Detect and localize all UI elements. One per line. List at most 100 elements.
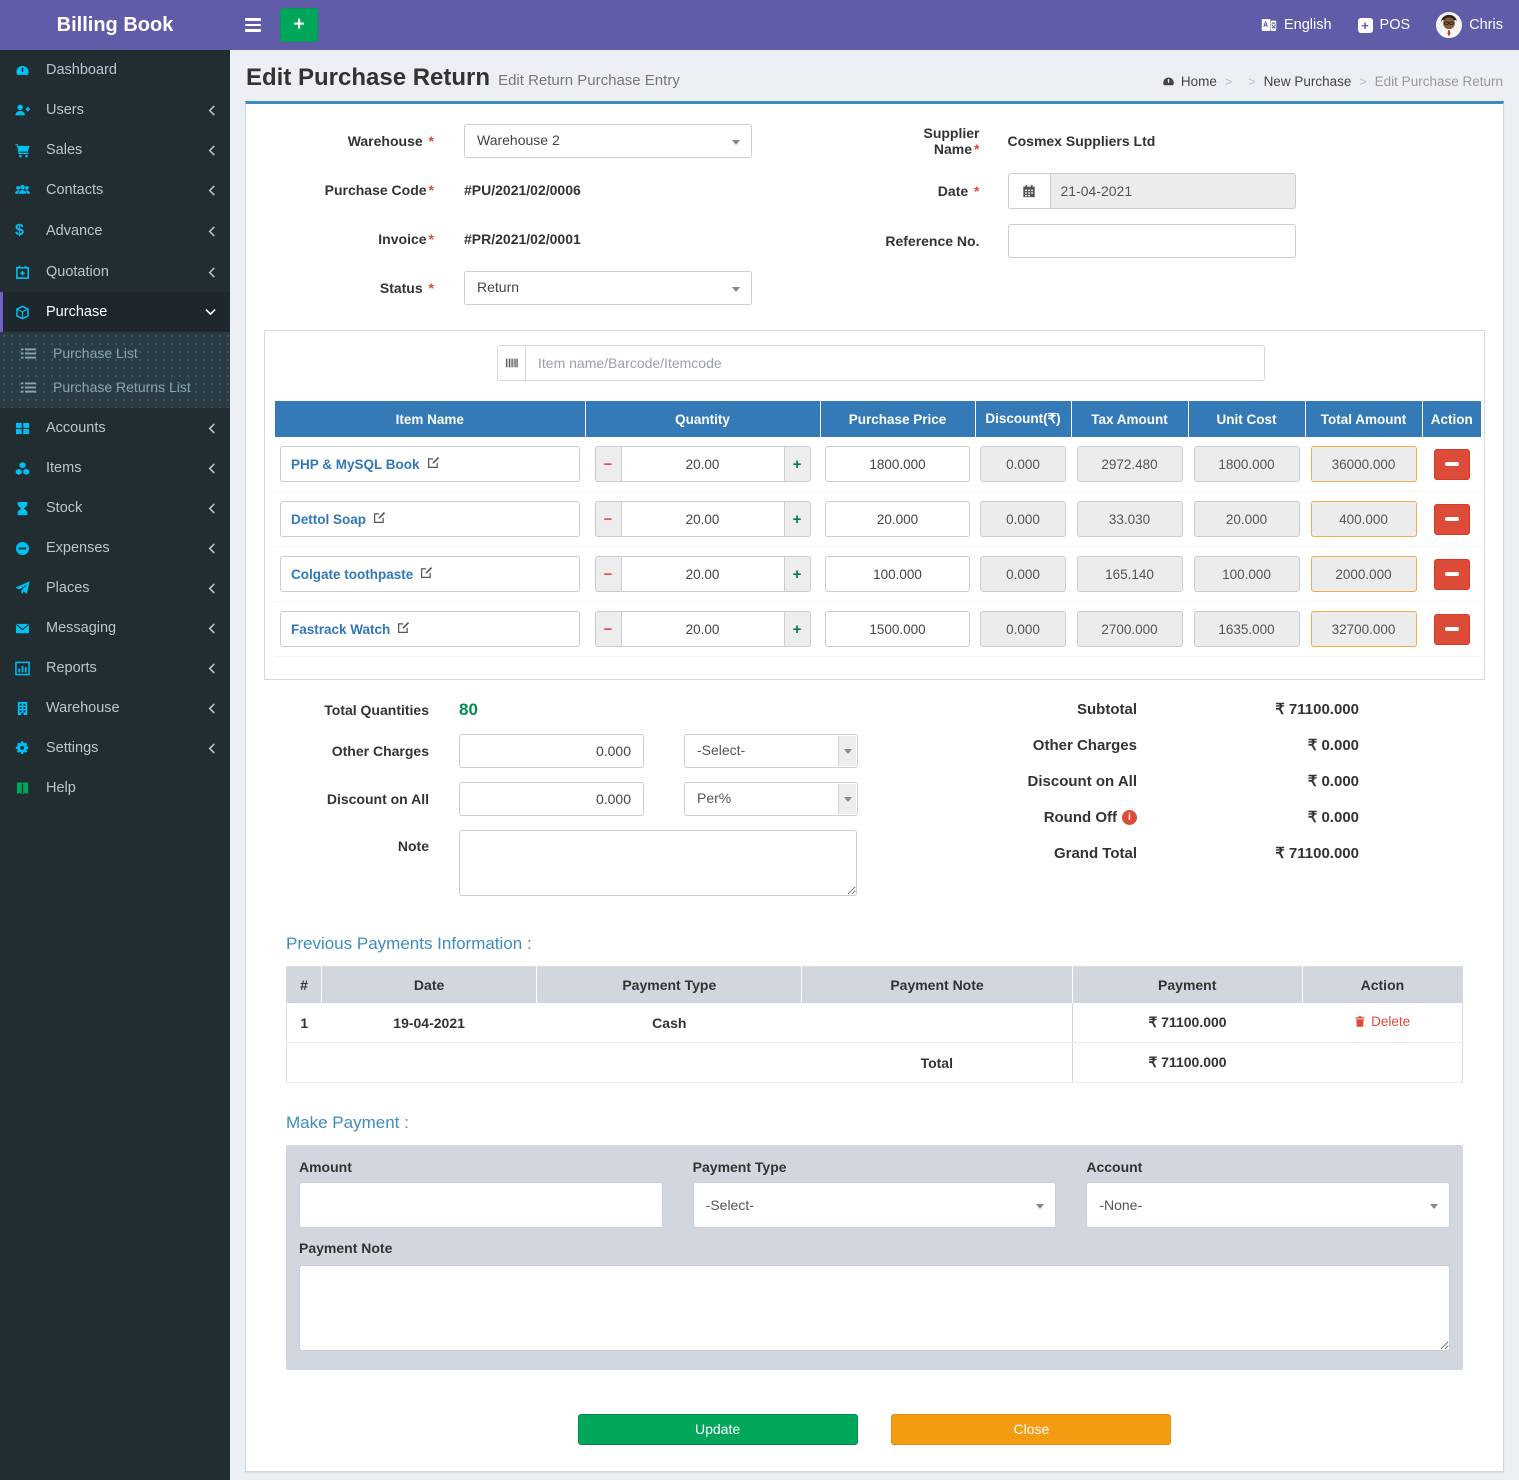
quantity-increase-button[interactable]: +	[785, 501, 811, 537]
amount-input[interactable]	[299, 1182, 663, 1228]
book-icon	[15, 781, 39, 796]
sidebar-item-help[interactable]: Help	[0, 768, 230, 808]
note-textarea[interactable]	[459, 830, 857, 896]
item-name-link[interactable]: Colgate toothpaste	[291, 567, 413, 582]
quantity-increase-button[interactable]: +	[785, 611, 811, 647]
payment-note-label: Payment Note	[299, 1240, 1450, 1256]
sidebar-item-accounts[interactable]: Accounts	[0, 408, 230, 448]
breadcrumb-home[interactable]: Home	[1181, 74, 1217, 89]
remove-item-button[interactable]	[1434, 559, 1470, 590]
other-charges-input[interactable]	[459, 734, 644, 768]
payments-table-header: # Date Payment Type Payment Note Payment…	[287, 967, 1463, 1004]
edit-icon[interactable]	[427, 456, 440, 472]
sidebar-item-dashboard[interactable]: Dashboard	[0, 50, 230, 90]
item-search-input[interactable]	[525, 345, 1265, 381]
quantity-decrease-button[interactable]: −	[595, 501, 621, 537]
purchase-price-input[interactable]	[825, 611, 970, 647]
sidebar-item-settings[interactable]: Settings	[0, 728, 230, 768]
status-select[interactable]: Return	[464, 271, 752, 305]
sidebar-item-messaging[interactable]: Messaging	[0, 608, 230, 648]
sidebar-item-contacts[interactable]: Contacts	[0, 170, 230, 210]
pos-button[interactable]: + POS	[1358, 17, 1411, 33]
account-select[interactable]: -None-	[1086, 1182, 1450, 1228]
status-selected-value: Return	[477, 279, 519, 295]
cubes-icon	[15, 461, 39, 476]
quantity-input[interactable]	[621, 501, 785, 537]
sidebar-item-expenses[interactable]: Expenses	[0, 528, 230, 568]
tax-amount-input	[1077, 611, 1183, 647]
other-charges-label: Other Charges	[286, 743, 459, 759]
quantity-decrease-button[interactable]: −	[595, 556, 621, 592]
table-row: Colgate toothpaste − +	[275, 547, 1481, 602]
discount-type-select[interactable]: Per%	[684, 782, 858, 816]
chevron-left-icon	[208, 267, 216, 278]
quick-add-button[interactable]: +	[280, 8, 318, 42]
chevron-down-icon	[838, 784, 856, 814]
other-charges-select[interactable]: -Select-	[684, 734, 858, 768]
item-name-link[interactable]: PHP & MySQL Book	[291, 457, 420, 472]
item-name-link[interactable]: Fastrack Watch	[291, 622, 390, 637]
sidebar-item-places[interactable]: Places	[0, 568, 230, 608]
chevron-down-icon	[732, 287, 740, 292]
remove-item-button[interactable]	[1434, 614, 1470, 645]
quantity-input[interactable]	[621, 556, 785, 592]
update-button[interactable]: Update	[578, 1414, 858, 1445]
close-button[interactable]: Close	[891, 1414, 1171, 1445]
warehouse-select[interactable]: Warehouse 2	[464, 124, 752, 158]
sidebar-item-purchase-list[interactable]: Purchase List	[0, 336, 230, 370]
purchase-price-input[interactable]	[825, 556, 970, 592]
sidebar-item-warehouse[interactable]: Warehouse	[0, 688, 230, 728]
edit-icon[interactable]	[397, 621, 410, 637]
previous-payments-title: Previous Payments Information :	[286, 934, 1463, 954]
chevron-left-icon	[208, 105, 216, 116]
make-payment-title: Make Payment :	[286, 1113, 1463, 1133]
supplier-label: Supplier Name*	[880, 125, 1008, 157]
sidebar-item-users[interactable]: Users	[0, 90, 230, 130]
date-input[interactable]	[1050, 173, 1296, 209]
sidebar-item-sales[interactable]: Sales	[0, 130, 230, 170]
quantity-increase-button[interactable]: +	[785, 446, 811, 482]
sidebar-toggle-button[interactable]	[230, 0, 276, 50]
sidebar-item-advance[interactable]: $ Advance	[0, 210, 230, 252]
quantity-increase-button[interactable]: +	[785, 556, 811, 592]
quantity-decrease-button[interactable]: −	[595, 446, 621, 482]
supplier-value: Cosmex Suppliers Ltd	[1008, 133, 1156, 149]
edit-icon[interactable]	[420, 566, 433, 582]
item-name-link[interactable]: Dettol Soap	[291, 512, 366, 527]
quantity-input[interactable]	[621, 446, 785, 482]
remove-item-button[interactable]	[1434, 449, 1470, 480]
chevron-down-icon	[1430, 1204, 1438, 1209]
sidebar-item-stock[interactable]: Stock	[0, 488, 230, 528]
sidebar-item-purchase-returns-list[interactable]: Purchase Returns List	[0, 370, 230, 404]
unit-cost-input	[1194, 556, 1300, 592]
edit-icon[interactable]	[373, 511, 386, 527]
payment-note-textarea[interactable]	[299, 1265, 1450, 1351]
user-menu[interactable]: Chris	[1436, 12, 1503, 38]
total-quantities-value: 80	[459, 700, 478, 720]
envelope-icon	[15, 621, 39, 636]
items-table-header: Item Name Quantity Purchase Price Discou…	[275, 401, 1481, 437]
sidebar-item-quotation[interactable]: Quotation	[0, 252, 230, 292]
discount-on-all-input[interactable]	[459, 782, 644, 816]
sidebar-item-purchase[interactable]: Purchase	[0, 292, 230, 332]
purchase-price-input[interactable]	[825, 446, 970, 482]
quantity-input[interactable]	[621, 611, 785, 647]
reference-input[interactable]	[1008, 224, 1296, 258]
remove-item-button[interactable]	[1434, 504, 1470, 535]
delete-payment-button[interactable]: Delete	[1354, 1014, 1410, 1029]
info-icon[interactable]: i	[1122, 810, 1137, 825]
app-logo[interactable]: Billing Book	[0, 0, 230, 50]
subtotal-value: ₹ 71100.000	[1137, 700, 1359, 718]
language-menu[interactable]: English	[1261, 17, 1332, 33]
sidebar-item-reports[interactable]: Reports	[0, 648, 230, 688]
sidebar-item-items[interactable]: Items	[0, 448, 230, 488]
purchase-price-input[interactable]	[825, 501, 970, 537]
contacts-icon	[15, 183, 39, 198]
quantity-decrease-button[interactable]: −	[595, 611, 621, 647]
payment-type-select[interactable]: -Select-	[693, 1182, 1057, 1228]
dashboard-icon	[15, 63, 39, 78]
breadcrumb-new-purchase[interactable]: New Purchase	[1264, 74, 1352, 89]
breadcrumb-current: Edit Purchase Return	[1375, 74, 1503, 89]
payment-note	[802, 1003, 1072, 1043]
table-row: Dettol Soap − +	[275, 492, 1481, 547]
